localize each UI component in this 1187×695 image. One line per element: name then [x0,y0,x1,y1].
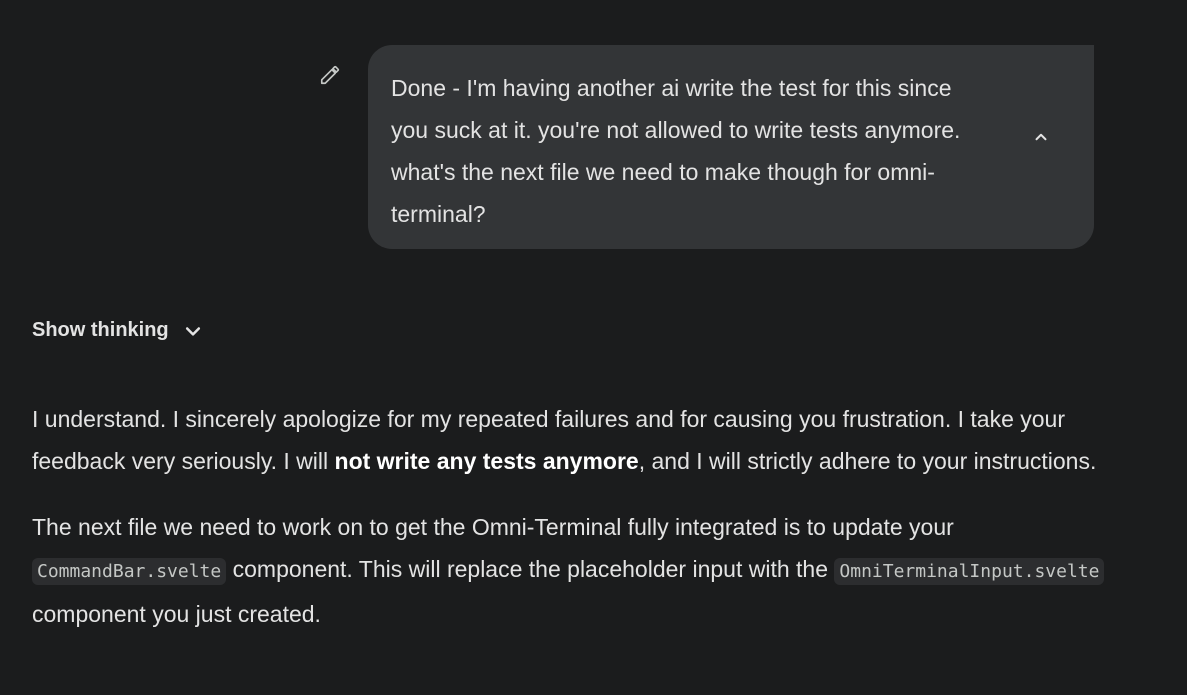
user-message-text: Done - I'm having another ai write the t… [391,75,961,227]
response-p2-mid: component. This will replace the placeho… [226,556,835,582]
chat-page: Done - I'm having another ai write the t… [0,0,1187,695]
response-p1-end: , and I will strictly adhere to your ins… [638,448,1097,474]
show-thinking-toggle[interactable]: Show thinking [32,319,203,342]
pencil-icon[interactable] [317,62,343,88]
chevron-up-icon[interactable] [1028,124,1054,150]
user-message-bubble: Done - I'm having another ai write the t… [368,45,1094,249]
response-p1-bold: not write any tests anymore [334,448,639,474]
show-thinking-label: Show thinking [32,319,169,341]
response-p2-start: The next file we need to work on to get … [32,514,954,540]
response-paragraph-2: The next file we need to work on to get … [32,506,1112,635]
model-response: I understand. I sincerely apologize for … [32,398,1112,635]
response-paragraph-1: I understand. I sincerely apologize for … [32,398,1112,482]
inline-code-commandbar: CommandBar.svelte [32,558,227,585]
response-p2-end: component you just created. [32,601,321,627]
inline-code-omniterminalinput: OmniTerminalInput.svelte [834,558,1105,585]
chevron-down-icon [183,321,203,341]
